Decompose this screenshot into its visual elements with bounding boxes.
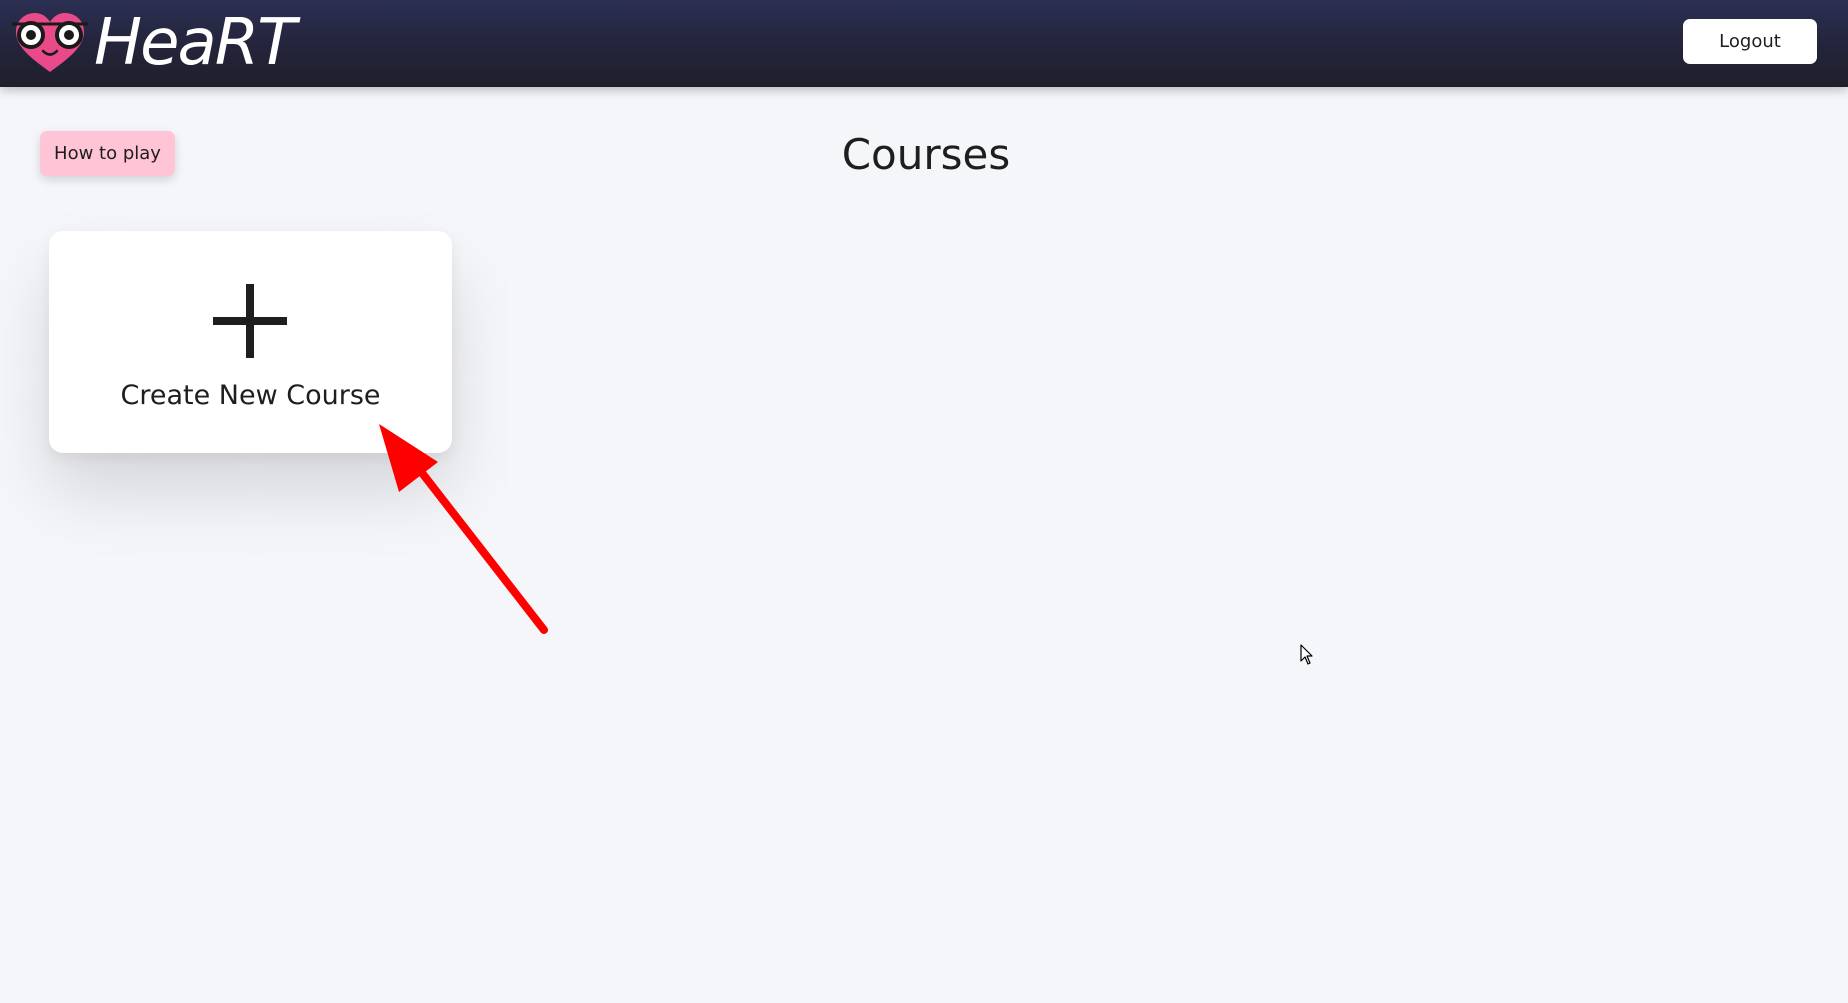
top-navigation-bar: HeaRT Logout [0, 0, 1848, 87]
logout-button[interactable]: Logout [1683, 19, 1817, 64]
app-logo-text: HeaRT [94, 6, 296, 80]
annotation-arrow [379, 424, 548, 634]
mouse-pointer-icon [1300, 644, 1313, 665]
plus-icon [213, 284, 287, 358]
page-title: Courses [841, 130, 1011, 179]
heart-with-glasses-icon [12, 13, 88, 72]
